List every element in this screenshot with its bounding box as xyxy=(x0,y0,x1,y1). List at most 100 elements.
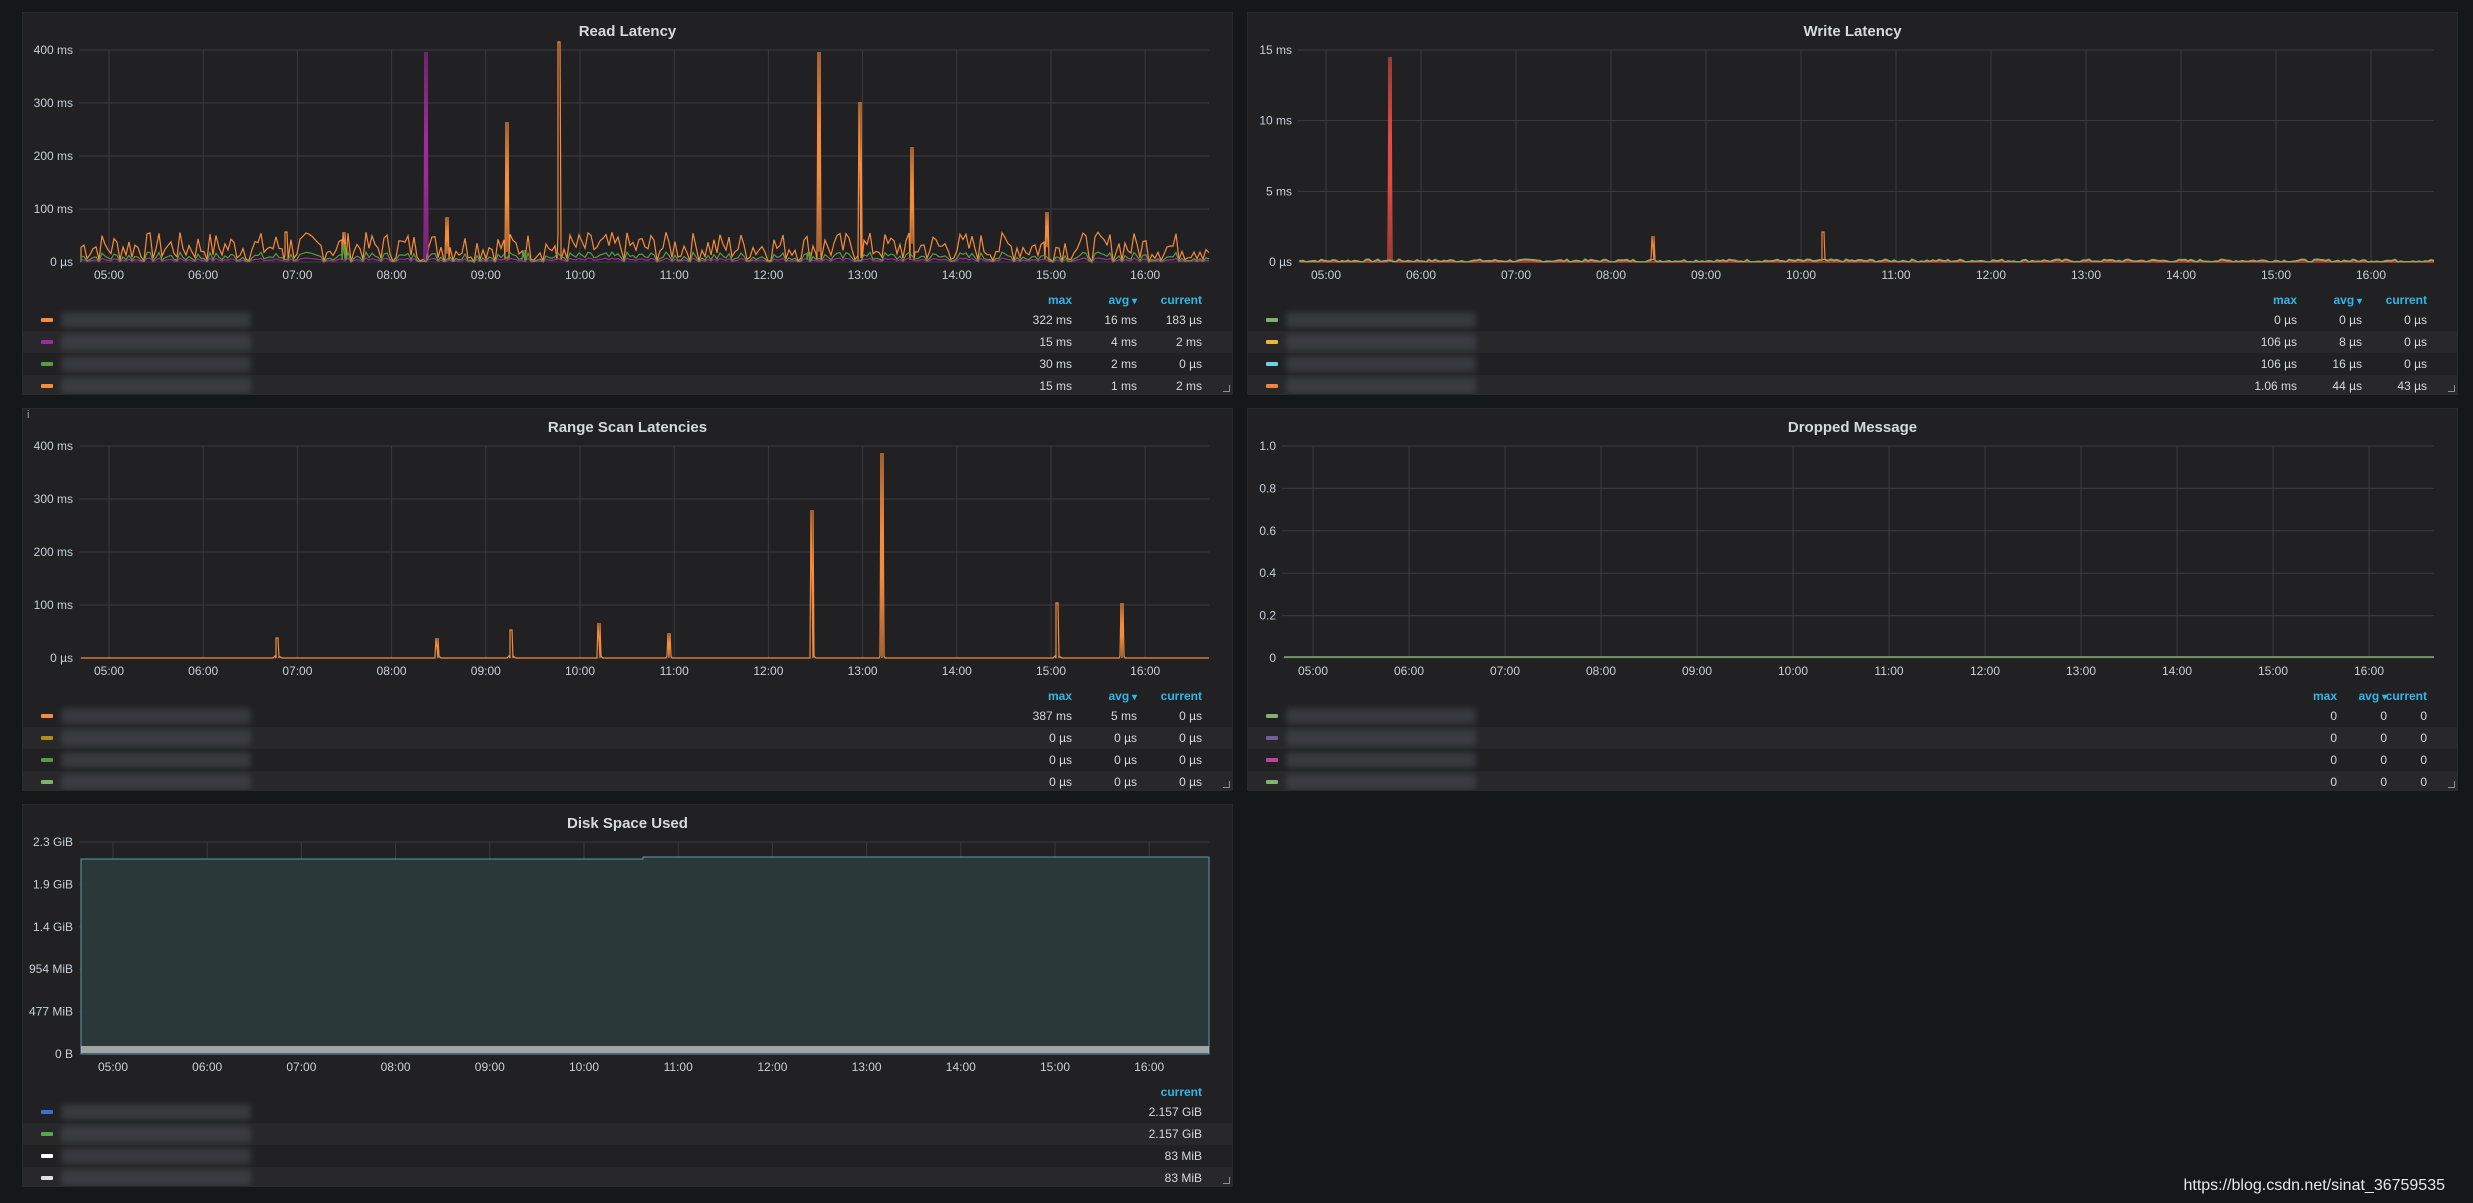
legend-header-current[interactable]: current xyxy=(1142,293,1202,307)
legend-header-avg[interactable]: avg ▾ xyxy=(1077,689,1138,703)
series-color-swatch[interactable] xyxy=(41,318,53,322)
series-color-swatch[interactable] xyxy=(41,714,53,718)
x-axis-tick-label: 16:00 xyxy=(1130,268,1160,282)
series-name-redacted[interactable] xyxy=(1286,730,1476,746)
y-axis-tick-label: 400 ms xyxy=(34,439,73,453)
series-name-redacted[interactable] xyxy=(61,378,251,394)
series-name-redacted[interactable] xyxy=(61,730,251,746)
series-name-redacted[interactable] xyxy=(61,312,251,328)
series-name-redacted[interactable] xyxy=(1286,774,1476,790)
graph-disk-space-used[interactable]: 2.3 GiB 1.9 GiB 1.4 GiB 954 MiB 477 MiB 0 B 05… xyxy=(23,805,1233,1085)
legend-row[interactable]: 106 µs 16 µs 0 µs xyxy=(1248,353,2457,375)
legend-header-current[interactable]: current xyxy=(2367,293,2427,307)
graph-range-scan-latencies[interactable]: 400 ms 300 ms 200 ms 100 ms 0 µs 05:00 06:00 07… xyxy=(23,409,1233,689)
legend-row[interactable]: 1.06 ms 44 µs 43 µs xyxy=(1248,375,2457,394)
legend-row[interactable]: 000 xyxy=(1248,771,2457,790)
series-color-swatch[interactable] xyxy=(1266,340,1278,344)
panel-dropped-message[interactable]: Dropped Message 1.0 0.8 0.6 0.4 0.2 0 05:00 06:… xyxy=(1247,408,2458,791)
series-name-redacted[interactable] xyxy=(61,752,251,768)
series-name-redacted[interactable] xyxy=(1286,708,1476,724)
resize-handle-icon[interactable] xyxy=(1223,1177,1230,1184)
series-color-swatch[interactable] xyxy=(41,1132,53,1136)
legend-header-max[interactable]: max xyxy=(2287,689,2337,703)
legend-row[interactable]: 83 MiB xyxy=(23,1167,1232,1186)
legend-value-max: 0 µs xyxy=(1049,731,1072,745)
legend-header-max[interactable]: max xyxy=(1012,689,1072,703)
resize-handle-icon[interactable] xyxy=(2448,385,2455,392)
legend-value-avg: 16 µs xyxy=(2332,357,2362,371)
legend-header-avg[interactable]: avg ▾ xyxy=(2302,293,2363,307)
series-color-swatch[interactable] xyxy=(41,362,53,366)
legend-row[interactable]: 15 ms 1 ms 2 ms xyxy=(23,375,1232,394)
series-color-swatch[interactable] xyxy=(41,340,53,344)
legend-row[interactable]: 83 MiB xyxy=(23,1145,1232,1167)
legend-value-avg: 4 ms xyxy=(1110,335,1137,349)
legend-row[interactable]: 30 ms 2 ms 0 µs xyxy=(23,353,1232,375)
panel-read-latency[interactable]: Read Latency 400 ms 300 ms 200 ms 100 ms 0 µ… xyxy=(22,12,1233,395)
x-axis-tick-label: 16:00 xyxy=(2356,268,2386,282)
sort-desc-caret-icon[interactable]: ▾ xyxy=(1129,296,1137,307)
series-color-swatch[interactable] xyxy=(41,1176,53,1180)
series-color-swatch[interactable] xyxy=(1266,780,1278,784)
legend-row[interactable]: 387 ms 5 ms 0 µs xyxy=(23,705,1232,727)
x-axis-tick-label: 08:00 xyxy=(381,1060,411,1074)
series-color-swatch[interactable] xyxy=(41,1110,53,1114)
legend-header-max[interactable]: max xyxy=(1012,293,1072,307)
x-axis-tick-label: 05:00 xyxy=(94,664,124,678)
sort-desc-caret-icon[interactable]: ▾ xyxy=(1129,692,1137,703)
legend-row[interactable]: 0 µs 0 µs 0 µs xyxy=(23,749,1232,771)
series-name-redacted[interactable] xyxy=(1286,312,1476,328)
series-color-swatch[interactable] xyxy=(1266,758,1278,762)
legend-row[interactable]: 15 ms 4 ms 2 ms xyxy=(23,331,1232,353)
series-name-redacted[interactable] xyxy=(1286,334,1476,350)
legend-header-current[interactable]: current xyxy=(1122,1085,1202,1099)
series-name-redacted[interactable] xyxy=(1286,378,1476,394)
x-axis-tick-label: 15:00 xyxy=(2261,268,2291,282)
graph-write-latency[interactable]: 15 ms 10 ms 5 ms 0 µs 05:00 06:00 07:00 08:00 09… xyxy=(1248,13,2458,293)
series-name-redacted[interactable] xyxy=(1286,752,1476,768)
series-color-swatch[interactable] xyxy=(1266,714,1278,718)
resize-handle-icon[interactable] xyxy=(2448,781,2455,788)
legend-header-current[interactable]: current xyxy=(1142,689,1202,703)
legend-row[interactable]: 322 ms 16 ms 183 µs xyxy=(23,309,1232,331)
series-color-swatch[interactable] xyxy=(41,758,53,762)
series-color-swatch[interactable] xyxy=(1266,318,1278,322)
series-color-swatch[interactable] xyxy=(1266,384,1278,388)
graph-read-latency[interactable]: 400 ms 300 ms 200 ms 100 ms 0 µs 05:00 06:00 07… xyxy=(23,13,1233,293)
series-name-redacted[interactable] xyxy=(61,1148,251,1164)
panel-write-latency[interactable]: Write Latency 15 ms 10 ms 5 ms 0 µs 05:00 06:… xyxy=(1247,12,2458,395)
legend-row[interactable]: 2.157 GiB xyxy=(23,1123,1232,1145)
series-color-swatch[interactable] xyxy=(41,736,53,740)
series-color-swatch[interactable] xyxy=(1266,362,1278,366)
legend-header-current[interactable]: current xyxy=(2377,689,2427,703)
resize-handle-icon[interactable] xyxy=(1223,781,1230,788)
legend-row[interactable]: 106 µs 8 µs 0 µs xyxy=(1248,331,2457,353)
panel-range-scan-latencies[interactable]: i Range Scan Latencies 400 ms 300 ms 200 m… xyxy=(22,408,1233,791)
legend-row[interactable]: 0 µs 0 µs 0 µs xyxy=(23,727,1232,749)
legend-header-avg[interactable]: avg ▾ xyxy=(1077,293,1138,307)
series-color-swatch[interactable] xyxy=(1266,736,1278,740)
series-color-swatch[interactable] xyxy=(41,780,53,784)
legend-row[interactable]: 0 µs 0 µs 0 µs xyxy=(1248,309,2457,331)
legend-row[interactable]: 000 xyxy=(1248,705,2457,727)
graph-dropped-message[interactable]: 1.0 0.8 0.6 0.4 0.2 0 05:00 06:00 07:00 08:00 09:0… xyxy=(1248,409,2458,689)
series-name-redacted[interactable] xyxy=(61,1104,251,1120)
series-name-redacted[interactable] xyxy=(61,334,251,350)
panel-disk-space-used[interactable]: Disk Space Used 2.3 GiB 1.9 GiB 1.4 GiB 954… xyxy=(22,804,1233,1187)
series-name-redacted[interactable] xyxy=(61,356,251,372)
series-name-redacted[interactable] xyxy=(61,708,251,724)
legend-row[interactable]: 2.157 GiB xyxy=(23,1101,1232,1123)
legend-row[interactable]: 000 xyxy=(1248,749,2457,771)
series-name-redacted[interactable] xyxy=(1286,356,1476,372)
series-name-redacted[interactable] xyxy=(61,774,251,790)
series-name-redacted[interactable] xyxy=(61,1126,251,1142)
legend-header-max[interactable]: max xyxy=(2237,293,2297,307)
legend-row[interactable]: 0 µs 0 µs 0 µs xyxy=(23,771,1232,790)
series-color-swatch[interactable] xyxy=(41,384,53,388)
series-name-redacted[interactable] xyxy=(61,1170,251,1186)
x-axis-tick-label: 09:00 xyxy=(475,1060,505,1074)
series-color-swatch[interactable] xyxy=(41,1154,53,1158)
legend-row[interactable]: 000 xyxy=(1248,727,2457,749)
sort-desc-caret-icon[interactable]: ▾ xyxy=(2354,296,2362,307)
resize-handle-icon[interactable] xyxy=(1223,385,1230,392)
